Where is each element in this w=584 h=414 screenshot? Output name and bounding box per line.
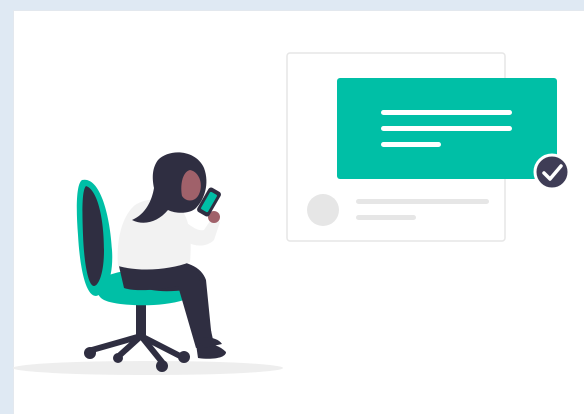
bubble-text-line-2 — [381, 126, 512, 131]
text-line-placeholder-2 — [356, 215, 416, 220]
floor-shadow — [13, 361, 283, 375]
bubble-text-line-1 — [381, 110, 512, 115]
bubble-text-line-3 — [381, 142, 441, 147]
person — [117, 152, 226, 359]
text-line-placeholder-1 — [356, 199, 489, 204]
avatar-placeholder — [307, 194, 339, 226]
message-sent-illustration — [13, 52, 571, 375]
check-circle-icon — [533, 153, 571, 191]
